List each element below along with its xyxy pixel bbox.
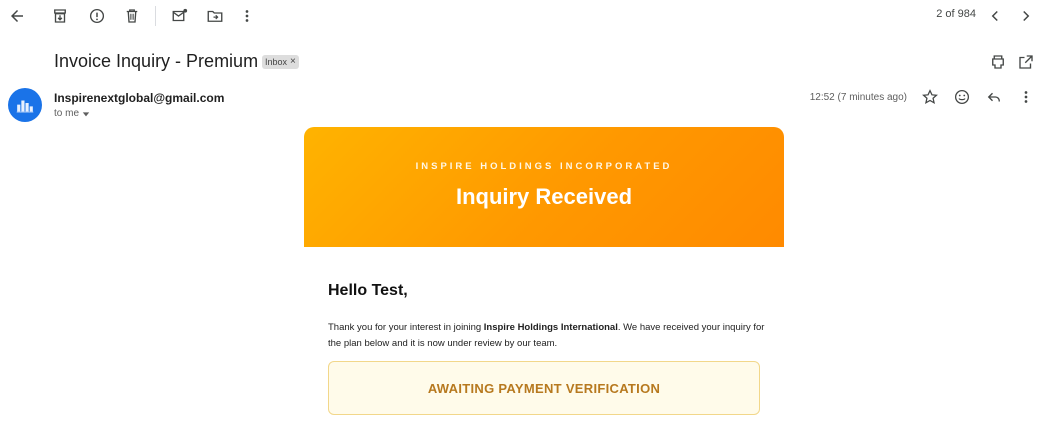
body-text-start: Thank you for your interest in joining bbox=[328, 322, 484, 333]
building-logo-icon bbox=[16, 100, 34, 113]
open-new-window-button[interactable] bbox=[1014, 50, 1038, 74]
email-subject: Invoice Inquiry - Premium bbox=[54, 51, 259, 71]
remove-label-icon[interactable]: × bbox=[290, 55, 296, 69]
banner-title: Inquiry Received bbox=[455, 184, 633, 209]
print-icon bbox=[992, 55, 1004, 69]
chevron-left-icon bbox=[991, 10, 998, 22]
emoji-icon bbox=[954, 89, 970, 105]
newer-button[interactable] bbox=[983, 4, 1007, 28]
message-count: 2 of 984 bbox=[936, 8, 976, 20]
caret-down-icon bbox=[82, 111, 90, 116]
message-more-button[interactable] bbox=[1014, 85, 1038, 109]
mark-unread-button[interactable] bbox=[168, 4, 192, 28]
greeting: Hello Test, bbox=[328, 282, 408, 299]
inbox-label-text: Inbox bbox=[265, 57, 288, 67]
reply-button[interactable] bbox=[982, 85, 1006, 109]
body-paragraph: Thank you for your interest in joining I… bbox=[328, 320, 768, 352]
delete-icon bbox=[126, 9, 138, 23]
move-to-icon bbox=[207, 10, 223, 22]
sender-avatar[interactable] bbox=[8, 88, 42, 122]
delete-button[interactable] bbox=[120, 4, 144, 28]
archive-button[interactable] bbox=[48, 4, 72, 28]
status-box: AWAITING PAYMENT VERIFICATION bbox=[328, 361, 760, 415]
more-vert-icon bbox=[1024, 91, 1028, 103]
toolbar-divider bbox=[155, 6, 156, 26]
email-banner: INSPIRE HOLDINGS INCORPORATED Inquiry Re… bbox=[304, 127, 784, 247]
message-toolbar: 2 of 984 bbox=[0, 0, 1049, 32]
report-spam-button[interactable] bbox=[85, 4, 109, 28]
add-reaction-button[interactable] bbox=[950, 85, 974, 109]
recipient-label: to me bbox=[54, 108, 80, 119]
star-icon bbox=[922, 89, 938, 105]
star-button[interactable] bbox=[918, 85, 942, 109]
back-button[interactable] bbox=[5, 4, 29, 28]
more-options-button[interactable] bbox=[235, 4, 259, 28]
archive-icon bbox=[54, 9, 66, 23]
report-spam-icon bbox=[89, 8, 105, 24]
sender-email[interactable]: Inspirenextglobal@gmail.com bbox=[54, 91, 224, 105]
company-name: INSPIRE HOLDINGS INCORPORATED bbox=[415, 161, 673, 172]
chevron-right-icon bbox=[1023, 10, 1030, 22]
company-emphasis: Inspire Holdings International bbox=[483, 322, 618, 333]
inbox-label-chip[interactable]: Inbox × bbox=[262, 55, 299, 69]
back-arrow-icon bbox=[11, 10, 23, 22]
message-timestamp: 12:52 (7 minutes ago) bbox=[809, 92, 907, 103]
open-in-new-icon bbox=[1019, 55, 1033, 69]
mark-unread-icon bbox=[172, 8, 188, 22]
reply-icon bbox=[987, 92, 1000, 102]
recipient-details-toggle[interactable]: to me bbox=[54, 108, 90, 119]
more-vert-icon bbox=[245, 10, 249, 22]
older-button[interactable] bbox=[1014, 4, 1038, 28]
move-to-button[interactable] bbox=[203, 4, 227, 28]
status-text: AWAITING PAYMENT VERIFICATION bbox=[427, 380, 661, 396]
print-button[interactable] bbox=[986, 50, 1010, 74]
